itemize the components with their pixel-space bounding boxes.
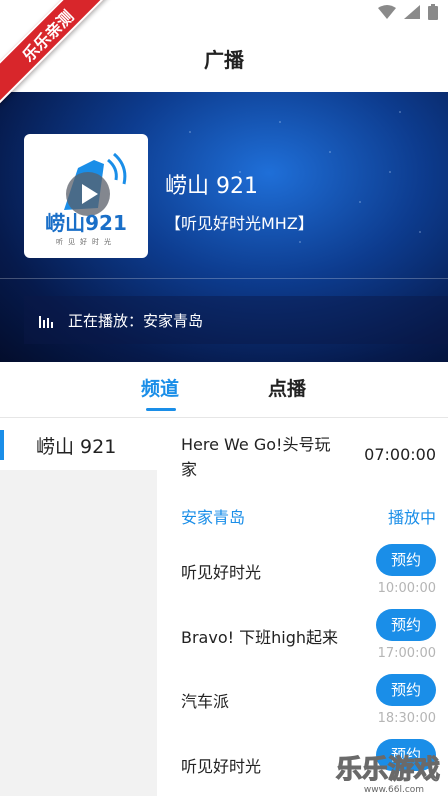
tab-indicator bbox=[146, 408, 176, 411]
status-icons bbox=[378, 4, 438, 20]
playing-status: 播放中 bbox=[387, 508, 436, 527]
station-hero: 崂山921 听见好时光 崂山 921 【听见好时光MHZ】 正在播放：安家青岛 bbox=[0, 92, 448, 362]
tab-on-demand[interactable]: 点播 bbox=[268, 374, 306, 401]
channel-item-laoshan-921[interactable]: 崂山 921 bbox=[0, 418, 157, 470]
schedule-title-line: 家 bbox=[181, 460, 198, 479]
svg-text:www.66l.com: www.66l.com bbox=[364, 785, 424, 795]
station-logo[interactable]: 崂山921 听见好时光 bbox=[24, 134, 148, 258]
equalizer-icon bbox=[39, 316, 53, 328]
now-playing-bar[interactable]: 正在播放：安家青岛 bbox=[24, 296, 448, 344]
channel-selected-marker bbox=[0, 430, 4, 460]
station-name: 崂山 921 bbox=[165, 174, 258, 199]
schedule-item-title: 听见好时光 bbox=[181, 563, 262, 582]
current-program-title[interactable]: 安家青岛 bbox=[181, 504, 245, 528]
now-playing-text: 正在播放：安家青岛 bbox=[68, 311, 204, 330]
svg-text:崂山921: 崂山921 bbox=[45, 211, 127, 235]
hero-divider bbox=[0, 278, 448, 279]
page-title: 广播 bbox=[204, 48, 244, 72]
svg-text:听见好时光: 听见好时光 bbox=[56, 237, 116, 246]
wifi-icon bbox=[378, 5, 396, 19]
reserve-button[interactable]: 预约 bbox=[376, 609, 436, 641]
reserve-button[interactable]: 预约 bbox=[376, 544, 436, 576]
schedule-item-title: Bravo! 下班high起来 bbox=[181, 628, 339, 647]
station-logo-graphic: 崂山921 听见好时光 bbox=[45, 152, 127, 246]
schedule-item-time: 07:00:00 bbox=[364, 445, 436, 464]
channel-label: 崂山 921 bbox=[36, 436, 117, 458]
channel-list: 崂山 921 bbox=[0, 418, 157, 796]
schedule-item-title: 听见好时光 bbox=[181, 757, 262, 776]
schedule-item-title: Here We Go!头号玩 家 bbox=[181, 432, 330, 482]
schedule-item-time: 10:00:00 bbox=[377, 581, 436, 596]
schedule-item-time: 17:00:00 bbox=[377, 646, 436, 661]
tab-channels[interactable]: 频道 bbox=[141, 374, 179, 401]
schedule-list: Here We Go!头号玩 家 07:00:00 安家青岛 播放中 听见好时光… bbox=[157, 418, 448, 796]
schedule-item-time: 18:30:00 bbox=[377, 711, 436, 726]
station-program: 【听见好时光MHZ】 bbox=[165, 214, 314, 233]
signal-icon bbox=[404, 5, 420, 19]
reserve-button[interactable]: 预约 bbox=[376, 674, 436, 706]
watermark-logo: 乐乐游戏 www.66l.com bbox=[335, 754, 440, 795]
battery-icon bbox=[428, 4, 438, 20]
schedule-item-title: 汽车派 bbox=[181, 692, 230, 711]
svg-text:乐乐游戏: 乐乐游戏 bbox=[336, 755, 440, 785]
tab-bar: 频道 点播 bbox=[0, 362, 448, 418]
schedule-title-line: Here We Go!头号玩 bbox=[181, 435, 331, 454]
app-header: 广播 bbox=[0, 30, 448, 92]
